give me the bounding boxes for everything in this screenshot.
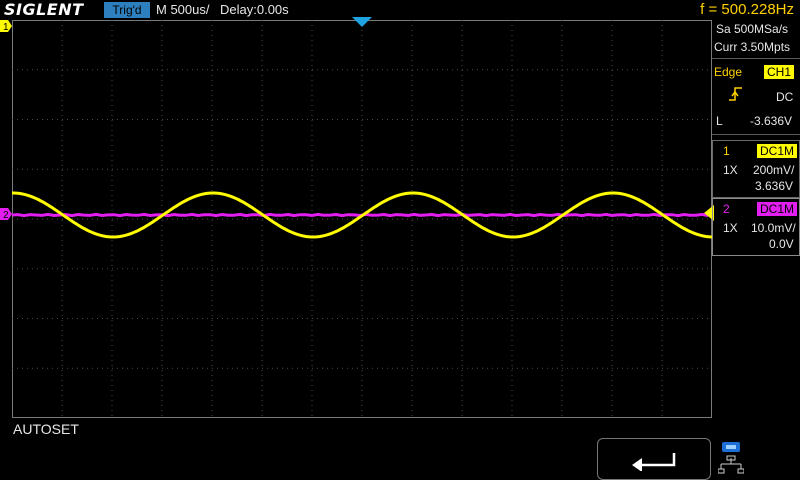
ch1-coupling: DC1M bbox=[757, 144, 798, 158]
ch2-info-box[interactable]: 2 DC1M 1X 10.0mV/ 0.0V bbox=[712, 198, 800, 256]
trigger-source[interactable]: CH1 bbox=[764, 65, 795, 79]
rising-edge-icon bbox=[729, 87, 742, 101]
trigger-level-label: L bbox=[716, 114, 723, 128]
ch2-offset: 0.0V bbox=[769, 237, 794, 251]
trigger-status-badge[interactable]: Trig'd bbox=[104, 2, 150, 18]
ch2-coupling-label: DC1M bbox=[757, 202, 798, 216]
trigger-type[interactable]: Edge bbox=[714, 65, 742, 79]
ch2-probe: 1X bbox=[723, 221, 738, 235]
ch2-scale: 10.0mV/ bbox=[751, 221, 796, 235]
ch1-info-box[interactable]: 1 DC1M 1X 200mV/ 3.636V bbox=[712, 140, 800, 198]
graticule-and-traces bbox=[12, 20, 712, 418]
ch1-ground-marker[interactable]: 1 bbox=[0, 20, 12, 32]
ch1-marker-label: 1 bbox=[3, 22, 9, 32]
ch1-number: 1 bbox=[723, 144, 730, 158]
sample-rate: Sa 500MSa/s bbox=[716, 22, 789, 36]
divider bbox=[712, 58, 800, 59]
trigger-source-label: CH1 bbox=[764, 65, 795, 79]
return-button[interactable] bbox=[597, 438, 711, 480]
brand-logo: SIGLENT bbox=[4, 0, 84, 19]
side-panel: Sa 500MSa/s Curr 3.50Mpts Edge CH1 DC L … bbox=[712, 20, 800, 420]
divider bbox=[712, 134, 800, 135]
trigger-coupling[interactable]: DC bbox=[776, 90, 793, 104]
ch2-coupling: DC1M bbox=[757, 202, 798, 216]
top-status-bar: SIGLENT Trig'd M 500us/ Delay:0.00s f = … bbox=[0, 0, 800, 20]
memory-depth: Curr 3.50Mpts bbox=[714, 40, 791, 54]
ch1-offset: 3.636V bbox=[755, 179, 794, 193]
return-arrow-icon bbox=[632, 453, 676, 471]
waveform-display[interactable] bbox=[12, 20, 712, 418]
ch1-probe: 1X bbox=[723, 163, 738, 177]
timebase-readout[interactable]: M 500us/ bbox=[156, 2, 209, 18]
ch2-marker-label: 2 bbox=[3, 210, 9, 220]
trigger-position-marker[interactable] bbox=[352, 17, 372, 27]
ch1-scale: 200mV/ bbox=[753, 163, 795, 177]
delay-readout[interactable]: Delay:0.00s bbox=[220, 2, 289, 18]
network-icon[interactable] bbox=[718, 440, 744, 478]
trigger-level-value[interactable]: -3.636V bbox=[750, 114, 792, 128]
frequency-readout: f = 500.228Hz bbox=[700, 1, 794, 18]
ch2-ground-marker[interactable]: 2 bbox=[0, 208, 12, 220]
ch1-coupling-label: DC1M bbox=[757, 144, 798, 158]
ch2-number: 2 bbox=[723, 202, 730, 216]
last-action-label: AUTOSET bbox=[13, 421, 79, 437]
